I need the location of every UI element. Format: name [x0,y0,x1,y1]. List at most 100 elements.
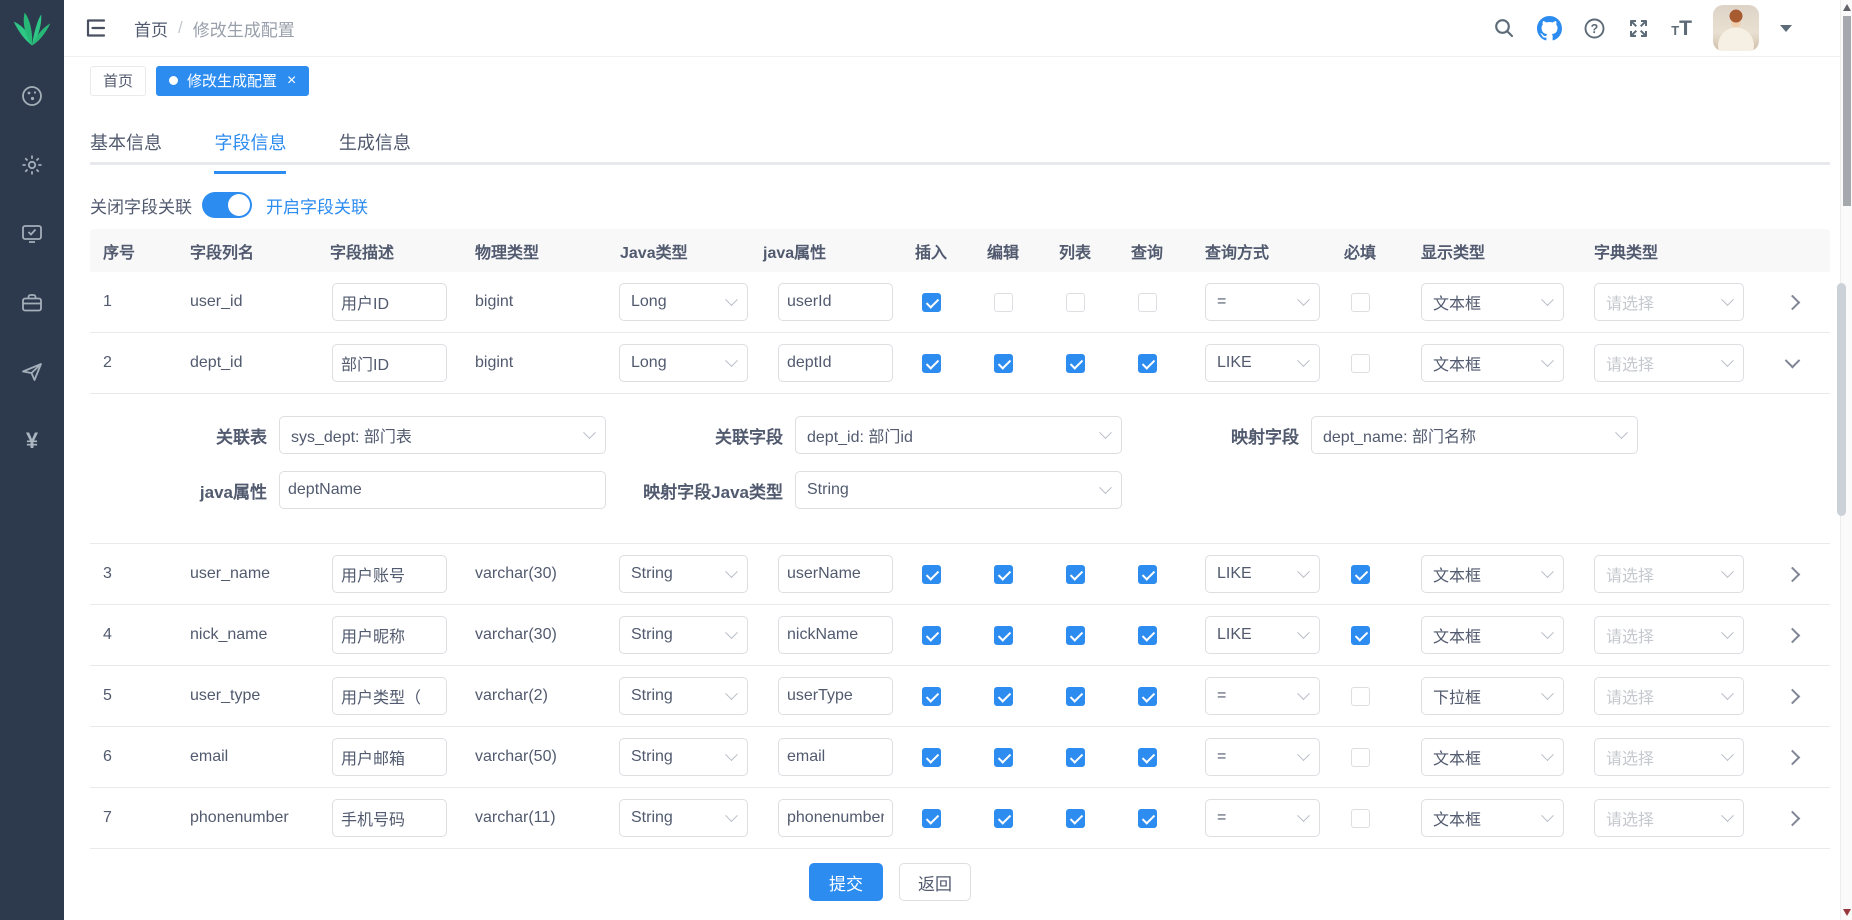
desc-input[interactable] [332,616,447,654]
query-checkbox[interactable] [1138,354,1157,373]
dict-type-select[interactable]: 请选择 [1594,616,1744,654]
display-type-select[interactable]: 文本框 [1421,344,1564,382]
back-button[interactable]: 返回 [899,863,971,901]
relation-toggle-on-link[interactable]: 开启字段关联 [266,193,368,218]
java-type-select[interactable]: String [619,555,748,593]
query-checkbox[interactable] [1138,809,1157,828]
required-checkbox[interactable] [1351,293,1370,312]
expand-row-icon[interactable] [1784,810,1800,826]
edit-checkbox[interactable] [994,626,1013,645]
query-mode-select[interactable]: LIKE [1205,555,1320,593]
required-checkbox[interactable] [1351,809,1370,828]
query-mode-select[interactable]: = [1205,738,1320,776]
java-field-input[interactable] [778,677,893,715]
expand-row-icon[interactable] [1784,294,1800,310]
submit-button[interactable]: 提交 [809,863,883,901]
dict-type-select[interactable]: 请选择 [1594,677,1744,715]
display-type-select[interactable]: 文本框 [1421,616,1564,654]
scrollbar-down-arrow[interactable] [1843,909,1851,916]
required-checkbox[interactable] [1351,354,1370,373]
app-logo-plant-icon[interactable] [10,10,54,53]
query-checkbox[interactable] [1138,293,1157,312]
relation-toggle-switch[interactable] [202,192,252,218]
query-mode-select[interactable]: = [1205,677,1320,715]
desc-input[interactable] [332,677,447,715]
settings-gear-icon[interactable] [11,144,53,186]
dict-type-select[interactable]: 请选择 [1594,799,1744,837]
list-checkbox[interactable] [1066,626,1085,645]
edit-checkbox[interactable] [994,565,1013,584]
sidebar-collapse-icon[interactable] [84,16,108,40]
help-icon[interactable]: ? [1583,17,1606,40]
java-type-select[interactable]: Long [619,344,748,382]
insert-checkbox[interactable] [922,809,941,828]
required-checkbox[interactable] [1351,565,1370,584]
list-checkbox[interactable] [1066,293,1085,312]
display-type-select[interactable]: 文本框 [1421,555,1564,593]
java-field-input[interactable] [778,283,893,321]
java-type-select[interactable]: Long [619,283,748,321]
list-checkbox[interactable] [1066,748,1085,767]
briefcase-icon[interactable] [11,282,53,324]
edit-checkbox[interactable] [994,293,1013,312]
display-type-select[interactable]: 下拉框 [1421,677,1564,715]
desc-input[interactable] [332,799,447,837]
fullscreen-icon[interactable] [1627,17,1650,40]
github-icon[interactable] [1537,16,1562,41]
list-checkbox[interactable] [1066,565,1085,584]
java-type-select[interactable]: String [619,677,748,715]
java-type-select[interactable]: String [619,616,748,654]
java-field-input[interactable] [778,555,893,593]
display-type-select[interactable]: 文本框 [1421,738,1564,776]
list-checkbox[interactable] [1066,354,1085,373]
query-mode-select[interactable]: = [1205,283,1320,321]
query-checkbox[interactable] [1138,687,1157,706]
desc-input[interactable] [332,344,447,382]
required-checkbox[interactable] [1351,626,1370,645]
user-menu-caret-icon[interactable] [1780,25,1792,32]
query-checkbox[interactable] [1138,565,1157,584]
insert-checkbox[interactable] [922,354,941,373]
required-checkbox[interactable] [1351,748,1370,767]
scrollbar-up-arrow[interactable] [1843,4,1851,11]
font-size-icon[interactable]: TT [1671,18,1692,39]
page-scrollbar-thumb[interactable] [1843,16,1851,206]
desc-input[interactable] [332,738,447,776]
list-checkbox[interactable] [1066,687,1085,706]
expand-row-icon[interactable] [1784,566,1800,582]
expand-row-icon[interactable] [1784,749,1800,765]
expand-row-icon[interactable] [1784,688,1800,704]
tab-generate-info[interactable]: 生成信息 [339,126,411,160]
edit-checkbox[interactable] [994,687,1013,706]
dict-type-select[interactable]: 请选择 [1594,344,1744,382]
dict-type-select[interactable]: 请选择 [1594,738,1744,776]
relation-field-select[interactable]: dept_id: 部门id [795,416,1122,454]
insert-checkbox[interactable] [922,687,941,706]
desc-input[interactable] [332,555,447,593]
insert-checkbox[interactable] [922,293,941,312]
tag-current-page[interactable]: 修改生成配置 × [156,66,309,96]
search-icon[interactable] [1493,17,1516,40]
insert-checkbox[interactable] [922,748,941,767]
breadcrumb-home[interactable]: 首页 [134,16,168,41]
currency-yen-icon[interactable]: ¥ [11,420,53,462]
expand-row-icon[interactable] [1784,627,1800,643]
tab-basic-info[interactable]: 基本信息 [90,126,162,160]
dict-type-select[interactable]: 请选择 [1594,555,1744,593]
java-field-input[interactable] [778,799,893,837]
required-checkbox[interactable] [1351,687,1370,706]
dict-type-select[interactable]: 请选择 [1594,283,1744,321]
query-mode-select[interactable]: LIKE [1205,616,1320,654]
java-attr-input[interactable] [279,471,606,509]
java-type-select[interactable]: String [619,738,748,776]
java-field-input[interactable] [778,738,893,776]
edit-checkbox[interactable] [994,748,1013,767]
monitor-check-icon[interactable] [11,213,53,255]
display-type-select[interactable]: 文本框 [1421,799,1564,837]
java-field-input[interactable] [778,344,893,382]
mapping-java-type-select[interactable]: String [795,471,1122,509]
relation-table-select[interactable]: sys_dept: 部门表 [279,416,606,454]
insert-checkbox[interactable] [922,565,941,584]
edit-checkbox[interactable] [994,354,1013,373]
java-field-input[interactable] [778,616,893,654]
